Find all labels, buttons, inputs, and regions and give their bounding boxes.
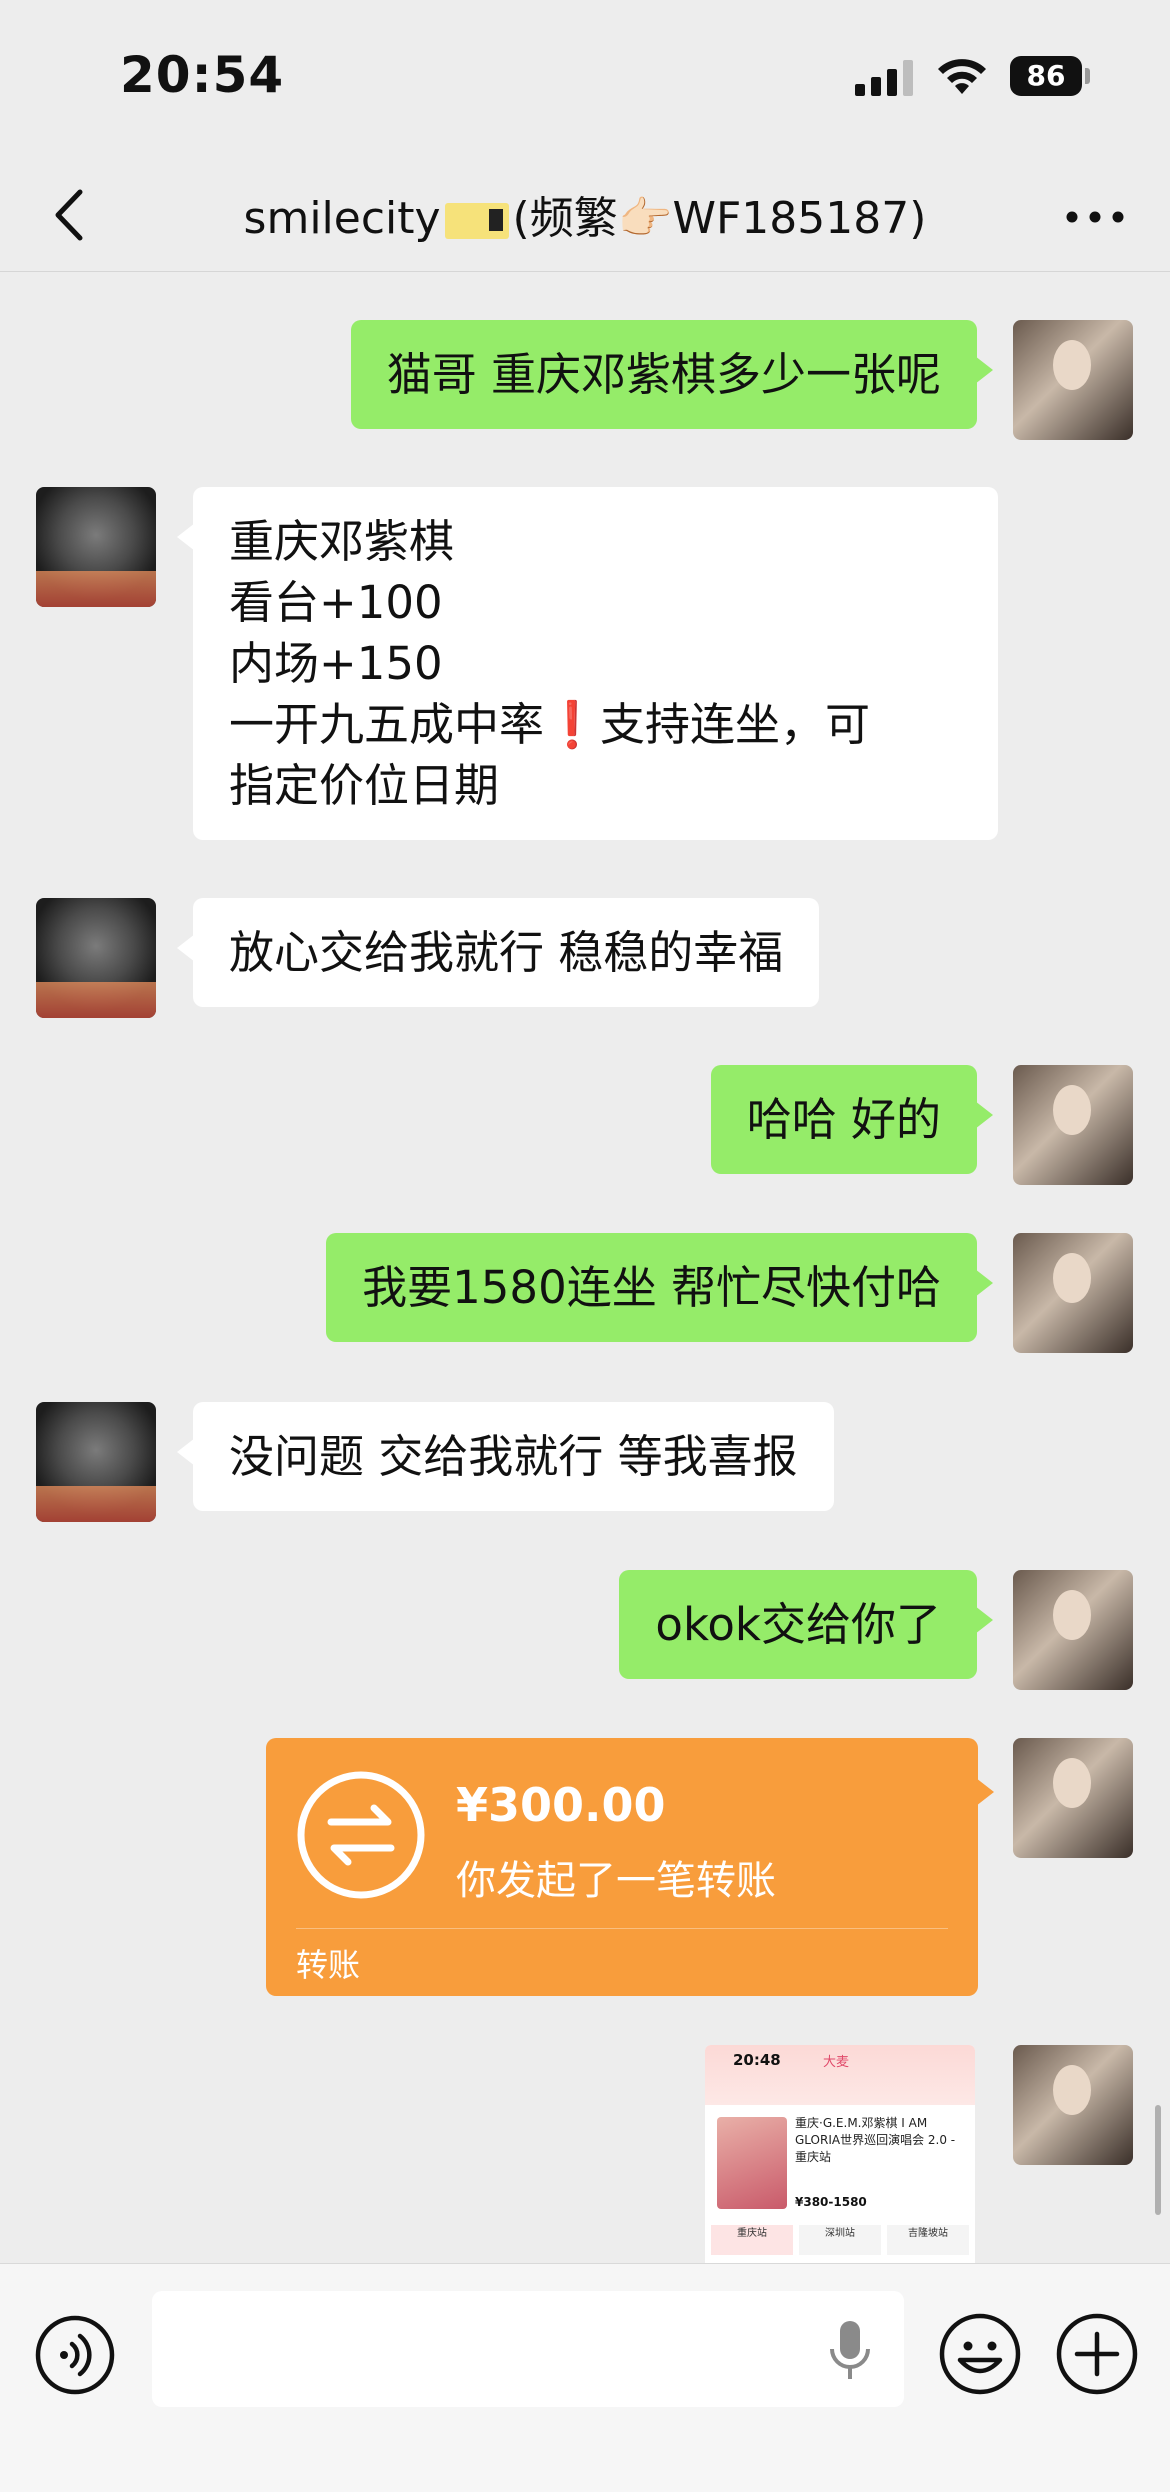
battery-level: 86 <box>1010 56 1082 96</box>
contact-avatar[interactable] <box>36 1402 156 1522</box>
transfer-label: 转账 <box>296 1946 361 1984</box>
thumb-session: 深圳站 <box>799 2225 881 2255</box>
chat-title-note: (频繁👉🏻WF185187) <box>512 193 927 244</box>
thumb-session: 吉隆坡站 <box>887 2225 969 2255</box>
concert-poster <box>717 2117 787 2209</box>
message-bubble-sent[interactable]: okok交给你了 <box>619 1570 993 1679</box>
transfer-card[interactable]: ¥300.00 你发起了一笔转账 转账 <box>266 1738 994 1996</box>
my-avatar[interactable] <box>1013 320 1133 440</box>
my-avatar[interactable] <box>1013 1570 1133 1690</box>
message-line: 看台+100 <box>229 576 443 629</box>
mic-icon[interactable] <box>828 2319 872 2383</box>
voice-icon[interactable] <box>34 2314 116 2396</box>
message-line: 一开九五成中率❗支持连坐，可 <box>229 698 871 751</box>
message-bubble-sent[interactable]: 哈哈 好的 <box>710 1065 994 1174</box>
chat-header: smilecity (频繁👉🏻WF185187) <box>0 160 1170 272</box>
message-bubble-received[interactable]: 没问题 交给我就行 等我喜报 <box>177 1402 834 1511</box>
status-time: 20:54 <box>120 46 285 104</box>
scrollbar[interactable] <box>1155 2105 1161 2215</box>
transfer-amount: ¥300.00 <box>456 1778 666 1832</box>
thumb-brand: 大麦 <box>823 2055 850 2070</box>
image-message[interactable]: 20:48 大麦 重庆·G.E.M.邓紫棋 I AM GLORIA世界巡回演唱会… <box>705 2045 975 2263</box>
ticket-icon <box>444 203 509 239</box>
message-line: 指定价位日期 <box>229 759 500 812</box>
thumb-price: ¥380-1580 <box>795 2195 867 2209</box>
chat-title-name: smilecity <box>243 193 441 244</box>
transfer-description: 你发起了一笔转账 <box>456 1858 776 1904</box>
chevron-left-icon[interactable] <box>40 180 100 250</box>
more-icon[interactable] <box>1065 210 1125 224</box>
status-bar: 20:54 86 <box>0 0 1170 160</box>
thumb-session: 重庆站 <box>711 2225 793 2255</box>
exclamation-emoji: ❗ <box>544 698 601 751</box>
my-avatar[interactable] <box>1013 2045 1133 2165</box>
emoji-icon[interactable] <box>938 2312 1022 2396</box>
chat-title[interactable]: smilecity (频繁👉🏻WF185187) <box>200 182 970 246</box>
message-bubble-sent[interactable]: 我要1580连坐 帮忙尽快付哈 <box>326 1233 993 1342</box>
my-avatar[interactable] <box>1013 1738 1133 1858</box>
thumb-time: 20:48 <box>733 2051 781 2069</box>
message-line: 重庆邓紫棋 <box>229 515 455 568</box>
my-avatar[interactable] <box>1013 1065 1133 1185</box>
plus-icon[interactable] <box>1055 2312 1139 2396</box>
battery-icon: 86 <box>1010 56 1090 96</box>
message-line: 内场+150 <box>229 637 443 690</box>
wifi-icon <box>938 59 986 94</box>
contact-avatar[interactable] <box>36 898 156 1018</box>
message-bubble-received[interactable]: 放心交给我就行 稳稳的幸福 <box>176 898 820 1007</box>
my-avatar[interactable] <box>1013 1233 1133 1353</box>
input-bar <box>0 2263 1170 2492</box>
thumb-title: 重庆·G.E.M.邓紫棋 I AM GLORIA世界巡回演唱会 2.0 - 重庆… <box>795 2116 956 2164</box>
signal-icon <box>855 60 913 96</box>
message-bubble-received[interactable]: 重庆邓紫棋 看台+100 内场+150 一开九五成中率❗支持连坐，可 指定价位日… <box>177 487 998 840</box>
message-bubble-sent[interactable]: 猫哥 重庆邓紫棋多少一张呢 <box>350 320 994 429</box>
thumb-sessions: 重庆站 深圳站 吉隆坡站 <box>711 2225 969 2255</box>
transfer-icon <box>297 1771 425 1899</box>
message-input[interactable] <box>152 2291 904 2407</box>
message-list[interactable]: 猫哥 重庆邓紫棋多少一张呢 重庆邓紫棋 看台+100 内场+150 一开九五成中… <box>0 273 1170 2263</box>
contact-avatar[interactable] <box>36 487 156 607</box>
